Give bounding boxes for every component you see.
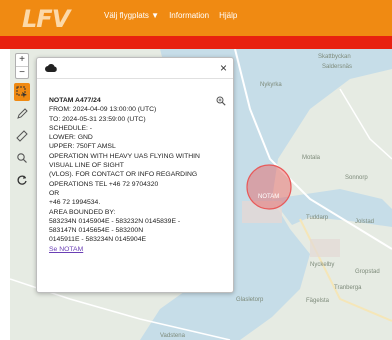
logo-text: LFV — [22, 5, 70, 33]
refresh-tool-button[interactable] — [14, 171, 30, 189]
notam-area-coords: 583234N 0145904E - 583232N 0145839E - — [49, 217, 181, 225]
notam-text: (VLOS). FOR CONTACT OR INFO REGARDING — [49, 171, 198, 179]
place-label: Nyckelby — [310, 262, 335, 268]
notam-to: TO: 2024-05-31 23:59:00 (UTC) — [49, 115, 146, 123]
place-label: Fägelsta — [306, 298, 330, 304]
measure-tool-button[interactable] — [14, 127, 30, 145]
place-label: Vadstena — [160, 333, 185, 339]
notam-from: FROM: 2024-04-09 13:00:00 (UTC) — [49, 106, 157, 114]
notam-details: NOTAM A477/24 FROM: 2024-04-09 13:00:00 … — [49, 96, 227, 254]
notam-text: OR — [49, 189, 60, 197]
see-notam-link[interactable]: Se NOTAM — [49, 246, 83, 253]
zoom-control: + − — [15, 53, 29, 79]
notam-popup: × NOTAM A477/24 FROM: 2024-04-09 13:00:0… — [36, 57, 234, 293]
top-bar: LFV Välj flygplats ▼ Information Hjälp — [0, 0, 392, 36]
notam-area-label: AREA BOUNDED BY: — [49, 208, 116, 216]
zoom-out-button[interactable]: − — [16, 66, 28, 78]
draw-tool-button[interactable] — [14, 105, 30, 123]
close-button[interactable]: × — [220, 61, 227, 75]
notam-zone[interactable] — [246, 164, 292, 210]
cloud-download-icon — [45, 64, 57, 72]
main-nav: Välj flygplats ▼ Information Hjälp — [104, 11, 237, 20]
refresh-icon — [17, 175, 27, 185]
map-toolbar: + − — [14, 53, 30, 189]
notam-text: OPERATION WITH HEAVY UAS FLYING WITHIN — [49, 152, 200, 160]
place-label: Jolstad — [355, 219, 375, 225]
pencil-icon — [17, 108, 28, 119]
notam-zone-label: NOTAM — [258, 194, 280, 200]
search-tool-button[interactable] — [14, 149, 30, 167]
place-label: Saldersnäs — [322, 64, 353, 70]
town-area — [310, 239, 340, 257]
place-label: Nykyrka — [260, 82, 282, 88]
popup-header: × — [37, 58, 233, 79]
select-tool-button[interactable] — [14, 83, 30, 101]
place-label: Tuddarp — [306, 215, 329, 221]
place-label: Skattbyckan — [318, 54, 351, 60]
notam-text: +46 72 1994534. — [49, 199, 101, 207]
notice-bar — [0, 36, 392, 49]
search-icon — [17, 153, 27, 163]
notam-area-coords: 0145911E - 583234N 0145904E — [49, 236, 147, 244]
notam-text: VISUAL LINE OF SIGHT — [49, 162, 124, 170]
zoom-in-button[interactable]: + — [16, 54, 28, 66]
place-label: Gropstad — [355, 269, 380, 275]
notam-lower: LOWER: GND — [49, 134, 93, 142]
nav-information[interactable]: Information — [169, 11, 209, 20]
place-label: Glasletorp — [236, 297, 264, 303]
nav-select-airport[interactable]: Välj flygplats ▼ — [104, 11, 159, 20]
lfv-logo[interactable]: LFV — [22, 5, 70, 33]
notam-id: NOTAM A477/24 — [49, 97, 101, 104]
ruler-icon — [16, 130, 28, 142]
road — [339, 88, 392, 160]
app-window: LFV Välj flygplats ▼ Information Hjälp S… — [0, 0, 392, 340]
notam-text: OPERATIONS TEL +46 72 9704320 — [49, 180, 159, 188]
notam-upper: UPPER: 750FT AMSL — [49, 143, 116, 151]
nav-help[interactable]: Hjälp — [219, 11, 237, 20]
notam-schedule: SCHEDULE: - — [49, 124, 93, 132]
place-label: Motala — [302, 155, 321, 161]
select-area-icon — [16, 86, 27, 98]
place-label: Tranberga — [334, 285, 362, 291]
notam-area-coords: 583147N 0145654E - 583200N — [49, 227, 144, 235]
place-label: Sonnorp — [345, 175, 368, 181]
